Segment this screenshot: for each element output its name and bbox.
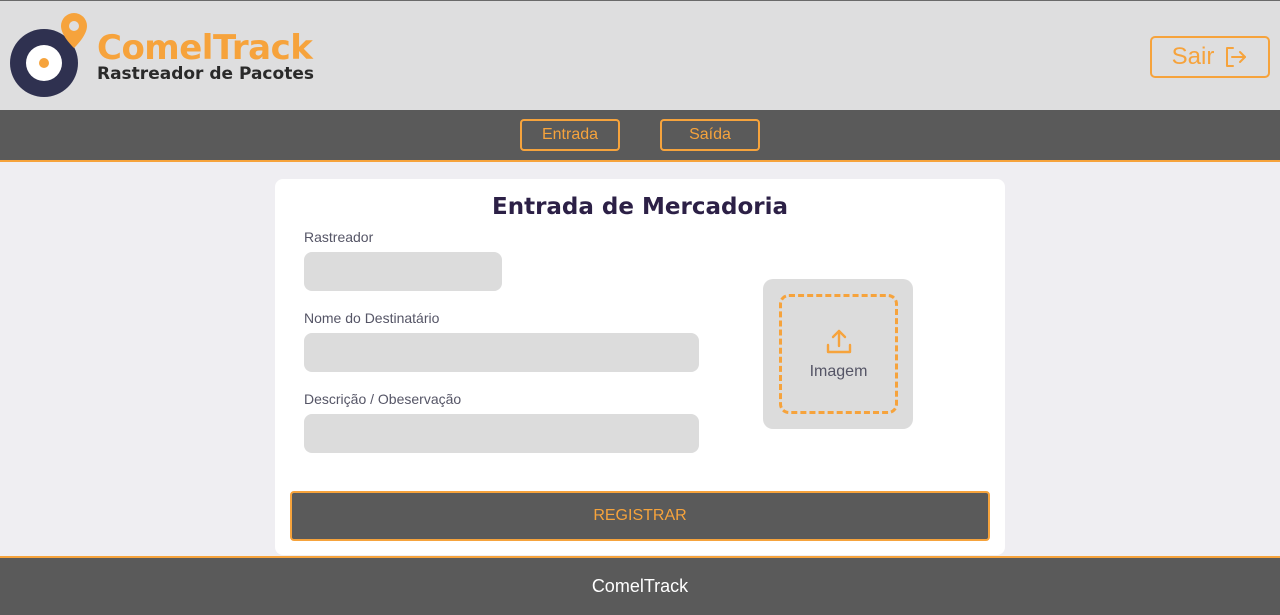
recipient-label: Nome do Destinatário [304, 310, 440, 326]
register-button[interactable]: REGISTRAR [290, 491, 990, 541]
logo-mark-icon [10, 13, 87, 97]
upload-icon [826, 329, 851, 354]
logout-icon [1226, 47, 1247, 67]
app-header: ComelTrack Rastreador de Pacotes Sair [0, 0, 1280, 110]
image-upload-box: Imagem [763, 279, 913, 429]
main-nav: Entrada Saída [0, 110, 1280, 162]
logo-tagline: Rastreador de Pacotes [97, 64, 314, 84]
entry-form-card: Entrada de Mercadoria Rastreador Nome do… [275, 179, 1005, 555]
logo-title: ComelTrack [97, 28, 313, 68]
description-input[interactable] [304, 414, 699, 453]
description-label: Descrição / Obeservação [304, 391, 462, 407]
image-upload-dropzone[interactable]: Imagem [779, 294, 898, 414]
nav-entrada-button[interactable]: Entrada [520, 119, 620, 151]
recipient-name-input[interactable] [304, 333, 699, 372]
upload-label: Imagem [809, 363, 868, 380]
page-title: Entrada de Mercadoria [491, 194, 788, 220]
nav-saida-button[interactable]: Saída [660, 119, 760, 151]
tracker-input[interactable] [304, 252, 502, 291]
logout-label: Sair [1171, 43, 1215, 70]
app-footer: ComelTrack [0, 556, 1280, 615]
tracker-label: Rastreador [304, 229, 374, 245]
footer-text: ComelTrack [591, 576, 689, 596]
logout-button[interactable]: Sair [1150, 36, 1270, 78]
logo[interactable]: ComelTrack Rastreador de Pacotes [10, 11, 320, 101]
